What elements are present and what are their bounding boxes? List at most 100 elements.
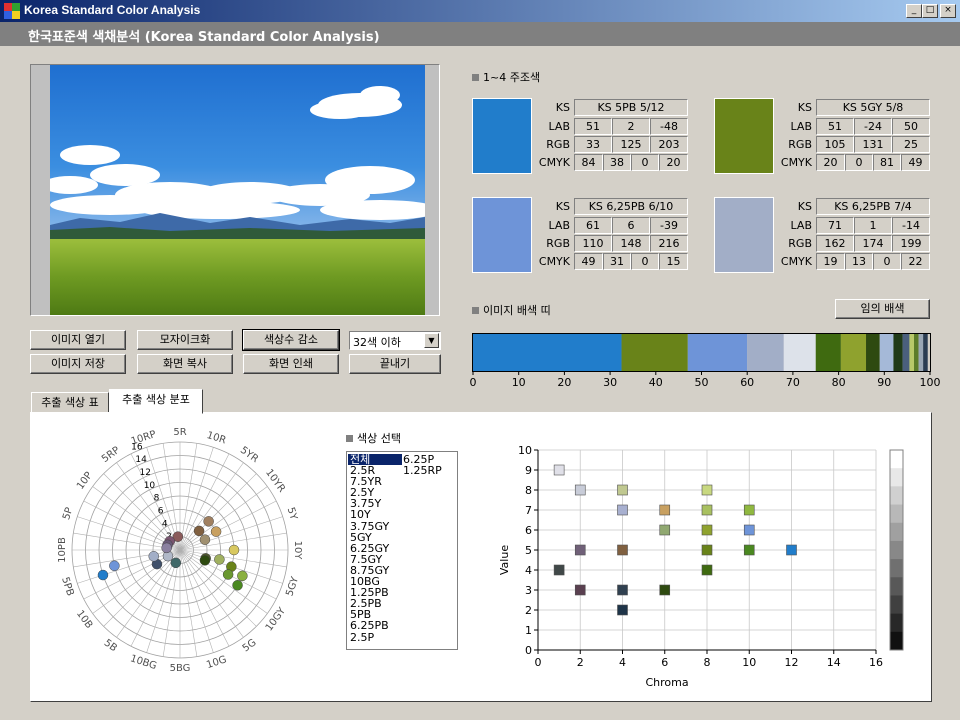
lab-a: 2 <box>612 118 650 135</box>
palette-strip-title: 이미지 배색 띠 <box>472 302 551 318</box>
open-image-button[interactable]: 이미지 열기 <box>30 330 126 350</box>
palette-segment <box>879 334 894 371</box>
cmyk-c: 19 <box>816 253 845 270</box>
hue-point <box>237 570 248 582</box>
color-select-item[interactable]: 2.5P <box>348 631 402 643</box>
tab-color-table[interactable]: 추출 색상 표 <box>31 392 109 414</box>
y-tick-label: 6 <box>525 524 532 537</box>
cmyk-k: 20 <box>659 154 688 171</box>
mosaic-button[interactable]: 모자이크화 <box>137 330 233 350</box>
palette-tick-label: 20 <box>557 376 571 389</box>
y-tick-label: 1 <box>525 624 532 637</box>
chevron-down-icon[interactable]: ▼ <box>424 333 439 348</box>
hue-label: 10BG <box>129 653 158 672</box>
hue-label: 5B <box>102 638 119 655</box>
palette-tick-label: 30 <box>603 376 617 389</box>
x-tick-label: 6 <box>661 656 668 669</box>
scatter-point <box>743 504 755 516</box>
value-scale-step <box>890 631 903 651</box>
value-chroma-chart: 0 2 4 6 8 10 12 14 16012345678910ChromaValue <box>498 444 904 689</box>
hue-point <box>210 526 222 537</box>
cmyk-k: 22 <box>901 253 930 270</box>
cmyk-y: 0 <box>631 154 659 171</box>
scatter-point <box>743 524 755 536</box>
palette-strip-axis: 0 10 20 30 40 50 60 70 80 90 100 <box>470 372 941 389</box>
color-select-item[interactable]: 3.75GY <box>348 521 402 532</box>
color-select-list[interactable]: 전체 2.5R 7.5YR 2.5Y 3.75Y 10Y 3.75GY 5GY 6.25GY 7.… <box>346 451 458 650</box>
cmyk-c: 84 <box>574 154 603 171</box>
ks-label: KS <box>797 101 812 114</box>
ks-value: KS 6,25PB 7/4 <box>816 198 930 215</box>
value-scale-step <box>890 595 903 615</box>
hue-label: 5Y <box>285 506 300 522</box>
rgb-g: 125 <box>612 136 650 153</box>
color-select-item[interactable]: 10Y <box>348 509 402 520</box>
tab-color-distribution[interactable]: 추출 색상 분포 <box>109 389 203 414</box>
palette-strip <box>473 334 928 371</box>
hue-point <box>109 560 120 572</box>
app-header-title: 한국표준색 색채분석 (Korea Standard Color Analysi… <box>28 30 380 45</box>
rgb-g: 148 <box>612 235 650 252</box>
scatter-point <box>553 464 565 476</box>
y-tick-label: 7 <box>525 504 532 517</box>
palette-segment <box>621 334 688 371</box>
cmyk-m: 31 <box>603 253 631 270</box>
hue-label: 5BG <box>170 663 191 674</box>
cmyk-label: CMYK <box>780 156 812 169</box>
value-scale-step <box>890 468 903 487</box>
lab-l: 71 <box>816 217 854 234</box>
x-axis-label: Chroma <box>645 676 688 689</box>
scatter-point <box>574 544 586 556</box>
hue-wheel-chart: 5R 10R 5YR10YR 5Y 10Y 5GY 10GY 5G 10G 5BG 10BG 5B 10… <box>57 427 303 674</box>
cmyk-label: CMYK <box>538 156 570 169</box>
lab-b: -14 <box>892 217 930 234</box>
rgb-label: RGB <box>788 138 812 151</box>
palette-tick-label: 0 <box>470 376 477 389</box>
value-scale-step <box>890 504 903 524</box>
save-image-button[interactable]: 이미지 저장 <box>30 354 126 374</box>
y-tick-label: 9 <box>525 464 532 477</box>
print-screen-button[interactable]: 화면 인쇄 <box>243 354 339 374</box>
y-tick-label: 5 <box>525 544 532 557</box>
rgb-b: 199 <box>892 235 930 252</box>
color-select-item[interactable]: 6.25PB <box>348 620 402 631</box>
exit-button[interactable]: 끝내기 <box>349 354 441 374</box>
reduce-colors-button[interactable]: 색상수 감소 <box>242 329 340 351</box>
palette-segment <box>866 334 880 371</box>
y-tick-label: 8 <box>525 484 532 497</box>
value-scale-step <box>890 522 903 542</box>
cmyk-m: 38 <box>603 154 631 171</box>
app-icon <box>4 3 20 19</box>
value-scale-step <box>890 450 903 469</box>
radial-tick-label: 14 <box>135 455 147 465</box>
scatter-point <box>659 524 671 536</box>
color-count-select[interactable]: 32색 이하 ▼ <box>349 331 441 350</box>
scatter-point <box>617 504 628 516</box>
palette-segment <box>893 334 903 371</box>
value-scale-step <box>890 613 903 633</box>
rgb-r: 110 <box>574 235 612 252</box>
maximize-button[interactable]: □ <box>922 4 938 18</box>
y-tick-label: 10 <box>518 444 532 457</box>
cmyk-m: 0 <box>845 154 873 171</box>
rgb-g: 131 <box>854 136 892 153</box>
scatter-point <box>701 564 713 576</box>
minimize-button[interactable]: _ <box>906 4 922 18</box>
copy-screen-button[interactable]: 화면 복사 <box>137 354 233 374</box>
lab-label: LAB <box>548 219 570 232</box>
hue-label: 10G <box>205 654 228 671</box>
scatter-point <box>574 484 586 496</box>
rgb-b: 203 <box>650 136 688 153</box>
ks-value: KS 5PB 5/12 <box>574 99 688 116</box>
rgb-b: 216 <box>650 235 688 252</box>
x-tick-label: 8 <box>704 656 711 669</box>
image-preview-frame <box>30 64 440 316</box>
y-tick-label: 3 <box>525 584 532 597</box>
app-header: 한국표준색 색채분석 (Korea Standard Color Analysi… <box>0 22 960 46</box>
random-palette-button[interactable]: 임의 배색 <box>835 299 930 319</box>
color-select-item[interactable]: 1.25RP <box>401 465 457 476</box>
hue-point <box>170 557 182 569</box>
color-select-title: 색상 선택 <box>346 430 401 446</box>
rgb-label: RGB <box>546 237 570 250</box>
close-button[interactable]: × <box>940 4 956 18</box>
